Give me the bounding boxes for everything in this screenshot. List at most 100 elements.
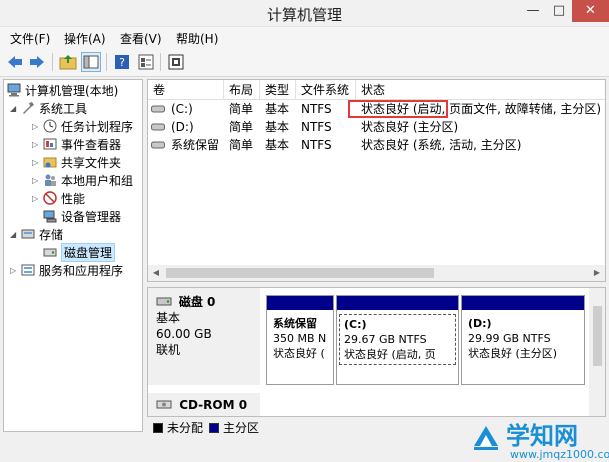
watermark: 学知网 www.jmqz1000.com (470, 416, 609, 462)
tree-item-disk-management[interactable]: 磁盘管理 (42, 242, 116, 262)
properties-icon[interactable] (136, 52, 156, 72)
performance-icon (42, 191, 58, 205)
tree-item-device-manager[interactable]: 设备管理器 (42, 207, 121, 225)
collapsed-arrow-icon[interactable]: ▷ (32, 122, 42, 131)
tree-label: 磁盘管理 (61, 242, 116, 262)
tree-item-system-tools[interactable]: ◢ 系统工具 (10, 99, 87, 117)
disk-state: 联机 (156, 343, 181, 357)
cdrom-label[interactable]: CD-ROM 0 (148, 393, 260, 416)
menu-bar: 文件(F) 操作(A) 查看(V) 帮助(H) (0, 27, 609, 49)
partition-c[interactable]: (C:) 29.67 GB NTFS 状态良好 (启动, 页 (336, 295, 459, 385)
scrollbar-thumb[interactable] (166, 268, 434, 278)
collapsed-arrow-icon[interactable]: ▷ (10, 266, 20, 275)
menu-file[interactable]: 文件(F) (10, 30, 50, 47)
partition-d[interactable]: (D:) 29.99 GB NTFS 状态良好 (主分区) (461, 295, 585, 385)
menu-view[interactable]: 查看(V) (120, 30, 162, 47)
collapsed-arrow-icon[interactable]: ▷ (32, 194, 42, 203)
legend-unallocated: 未分配 (153, 419, 203, 436)
tree-item-task-scheduler[interactable]: ▷ 任务计划程序 (32, 117, 133, 135)
partition-size: 29.99 GB NTFS (468, 332, 551, 345)
volume-layout: 简单 (229, 120, 254, 134)
legend-swatch (153, 422, 163, 433)
vertical-scrollbar[interactable] (589, 288, 605, 416)
disk-0-label[interactable]: 磁盘 0 基本 60.00 GB 联机 (148, 288, 260, 385)
column-header-volume[interactable]: 卷 (148, 80, 224, 100)
column-header-filesystem[interactable]: 文件系统 (296, 80, 356, 100)
tree-label: 任务计划程序 (61, 119, 134, 134)
column-header-status[interactable]: 状态 (356, 80, 605, 100)
table-row[interactable]: 系统保留 简单 基本 NTFS 状态良好 (系统, 活动, 主分区) (148, 136, 605, 154)
menu-help[interactable]: 帮助(H) (176, 30, 218, 47)
services-icon (20, 263, 36, 277)
tree-label: 服务和应用程序 (39, 263, 124, 278)
tree-item-performance[interactable]: ▷ 性能 (32, 189, 85, 207)
volume-layout: 简单 (229, 138, 254, 152)
forward-arrow-icon[interactable] (27, 52, 47, 72)
expanded-arrow-icon[interactable]: ◢ (10, 104, 20, 113)
up-folder-icon[interactable] (58, 52, 78, 72)
volume-name: (D:) (171, 120, 194, 134)
tree-item-services[interactable]: ▷ 服务和应用程序 (10, 261, 123, 279)
tree-label: 设备管理器 (61, 209, 122, 224)
volume-list-header: 卷 布局 类型 文件系统 状态 (148, 80, 605, 100)
disk-name: 磁盘 0 (178, 295, 216, 309)
collapsed-arrow-icon[interactable]: ▷ (32, 140, 42, 149)
close-button[interactable]: ✕ (572, 0, 609, 22)
expanded-arrow-icon[interactable]: ◢ (10, 230, 20, 239)
disk-size: 60.00 GB (156, 327, 212, 341)
device-manager-icon (42, 209, 58, 223)
drive-icon (148, 136, 165, 154)
column-header-layout[interactable]: 布局 (224, 80, 260, 100)
volume-name: (C:) (171, 102, 193, 116)
disk-management-icon (42, 245, 58, 259)
menu-action[interactable]: 操作(A) (64, 30, 106, 47)
disk-icon (156, 297, 172, 306)
scroll-left-icon[interactable]: ◀ (148, 265, 164, 281)
settings-icon[interactable] (166, 52, 186, 72)
users-icon (42, 173, 58, 187)
collapsed-arrow-icon[interactable]: ▷ (32, 158, 42, 167)
volume-layout: 简单 (229, 102, 254, 116)
tree-item-event-viewer[interactable]: ▷ 事件查看器 (32, 135, 121, 153)
legend-label: 未分配 (167, 421, 204, 435)
watermark-url: www.jmqz1000.com (510, 448, 609, 461)
tree-item-shared-folders[interactable]: ▷ 共享文件夹 (32, 153, 121, 171)
horizontal-scrollbar[interactable]: ◀ ▶ (148, 265, 605, 281)
maximize-button[interactable]: □ (546, 0, 572, 22)
tree-label: 事件查看器 (61, 137, 122, 152)
volume-filesystem: NTFS (301, 138, 332, 152)
column-header-type[interactable]: 类型 (260, 80, 296, 100)
back-arrow-icon[interactable] (5, 52, 25, 72)
table-row[interactable]: (D:) 简单 基本 NTFS 状态良好 (主分区) (148, 118, 605, 136)
tree-label: 共享文件夹 (61, 155, 122, 170)
tree-item-storage[interactable]: ◢ 存储 (10, 225, 63, 243)
volume-type: 基本 (265, 102, 290, 116)
event-viewer-icon (42, 137, 58, 151)
partition-system-reserved[interactable]: 系统保留 350 MB N 状态良好 ( (266, 295, 334, 385)
table-row[interactable]: (C:) 简单 基本 NTFS 状态良好 (启动, 页面文件, 故障转储, 主分… (148, 100, 605, 118)
scrollbar-thumb[interactable] (593, 306, 602, 366)
system-tools-icon (20, 101, 36, 115)
tree-label: 性能 (61, 191, 86, 206)
partition-status: 状态良好 (主分区) (468, 347, 558, 360)
tree-item-computer-management[interactable]: 计算机管理(本地) (6, 81, 118, 99)
computer-management-icon (6, 83, 22, 97)
volume-status: 状态良好 (主分区) (361, 120, 459, 134)
tree-item-local-users[interactable]: ▷ 本地用户和组 (32, 171, 133, 189)
volume-filesystem: NTFS (301, 120, 332, 134)
minimize-button[interactable]: — (520, 0, 546, 22)
partition-band (267, 296, 333, 310)
show-hide-tree-icon[interactable] (81, 52, 101, 72)
partition-name: 系统保留 (273, 317, 317, 330)
collapsed-arrow-icon[interactable]: ▷ (32, 176, 42, 185)
legend-swatch (209, 422, 219, 433)
volume-filesystem: NTFS (301, 102, 332, 116)
partition-name: (C:) (344, 318, 367, 331)
scroll-right-icon[interactable]: ▶ (589, 265, 605, 281)
toolbar: ? (0, 49, 609, 77)
watermark-title: 学知网 (506, 422, 578, 450)
partition-band (337, 296, 458, 310)
cdrom-name: CD-ROM 0 (179, 398, 248, 412)
window-title: 计算机管理 (266, 6, 342, 24)
help-icon[interactable]: ? (112, 52, 132, 72)
